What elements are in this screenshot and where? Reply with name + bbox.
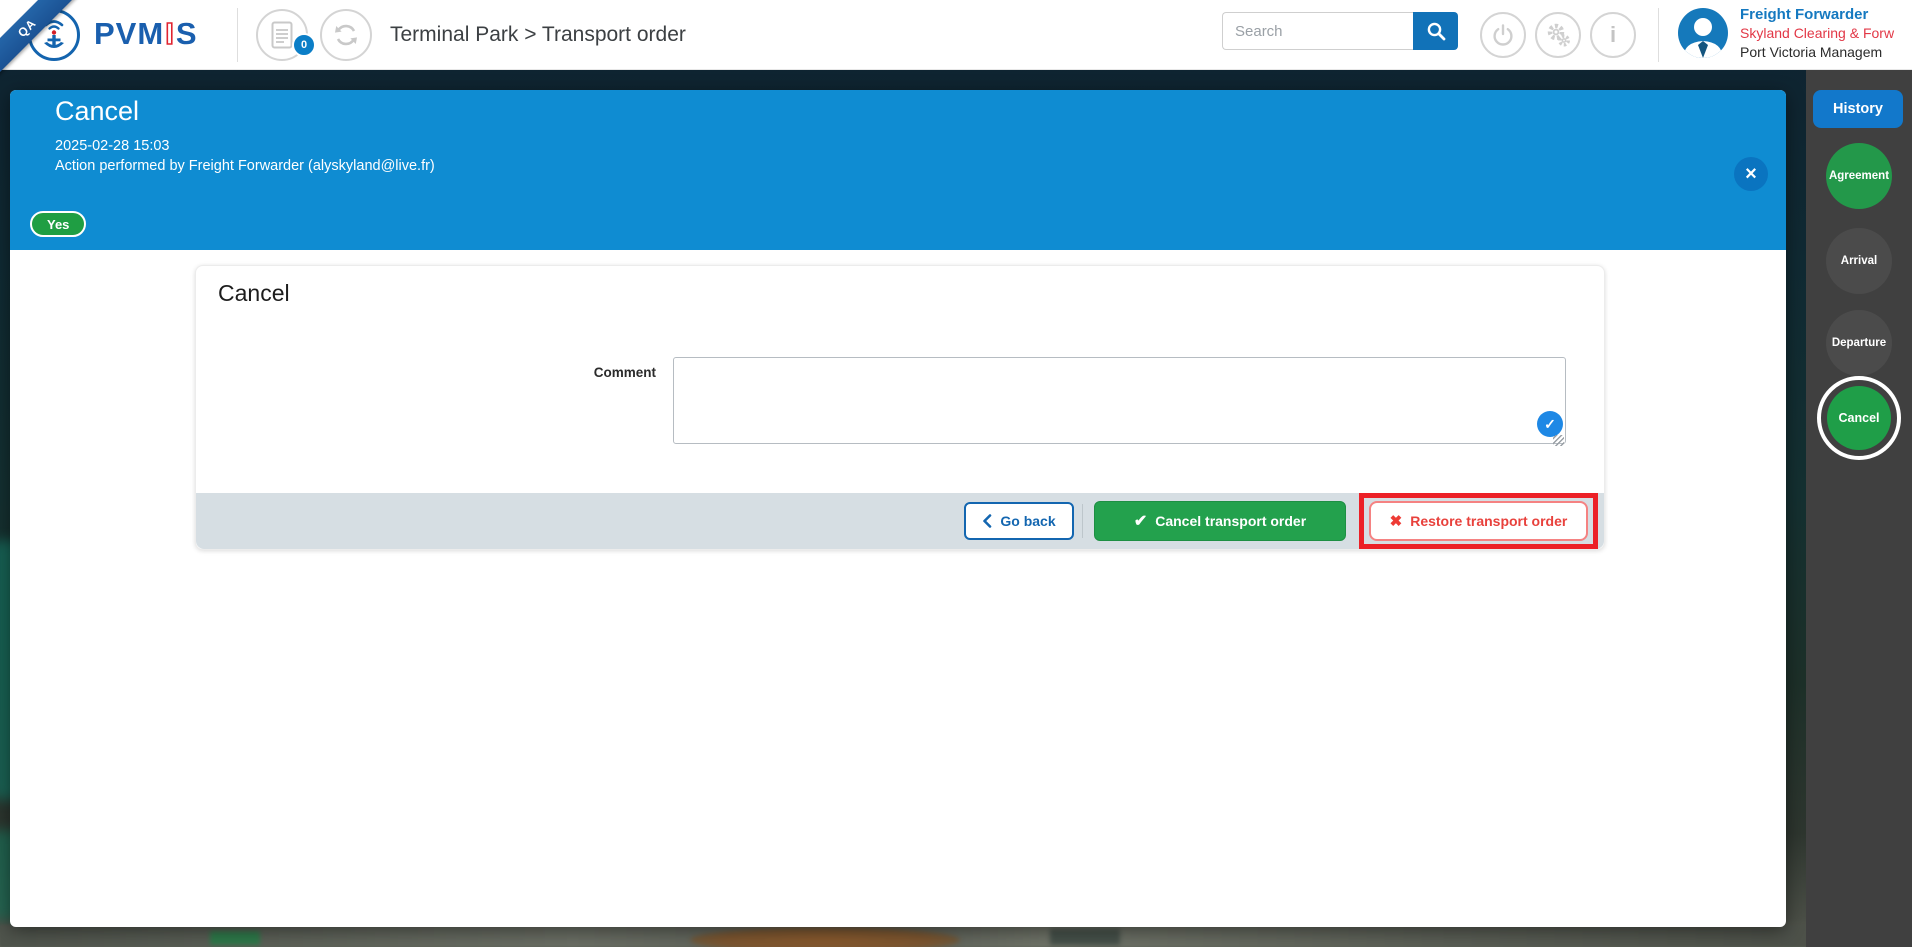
logout-button[interactable] xyxy=(1480,12,1526,58)
refresh-button[interactable] xyxy=(320,9,372,61)
info-icon: i xyxy=(1610,22,1616,48)
step-departure[interactable]: Departure xyxy=(1826,310,1892,376)
qa-ribbon: QA xyxy=(0,0,81,82)
user-info[interactable]: Freight Forwarder Skyland Clearing & For… xyxy=(1740,5,1912,62)
chevron-left-icon xyxy=(982,514,992,528)
x-icon: ✖ xyxy=(1390,512,1403,530)
user-company: Skyland Clearing & Forw xyxy=(1740,24,1912,43)
user-organization: Port Victoria Managem xyxy=(1740,43,1912,62)
resize-handle-icon[interactable] xyxy=(1553,435,1564,446)
banner-action-text: Action performed by Freight Forwarder (a… xyxy=(55,158,435,174)
restore-transport-order-button[interactable]: ✖ Restore transport order xyxy=(1369,501,1588,541)
refresh-icon xyxy=(333,22,359,48)
yes-badge[interactable]: Yes xyxy=(30,211,86,237)
footer-divider xyxy=(1082,504,1083,538)
comment-label: Comment xyxy=(496,365,656,380)
banner-timestamp: 2025-02-28 15:03 xyxy=(55,138,170,154)
documents-count-badge: 0 xyxy=(292,33,316,57)
header-divider xyxy=(237,8,238,62)
restore-order-label: Restore transport order xyxy=(1410,513,1567,529)
top-header: PVMIS 0 Terminal Park > Transport order xyxy=(0,0,1912,70)
step-cancel[interactable]: Cancel xyxy=(1817,376,1901,460)
cancel-card: Cancel Comment ✓ Go back ✔ Cancel transp… xyxy=(195,265,1605,550)
document-icon xyxy=(271,21,293,49)
go-back-button[interactable]: Go back xyxy=(964,502,1074,540)
cancel-transport-order-button[interactable]: ✔ Cancel transport order xyxy=(1094,501,1346,541)
history-button[interactable]: History xyxy=(1813,90,1903,128)
valid-check-badge: ✓ xyxy=(1537,411,1563,437)
search-icon xyxy=(1426,21,1446,41)
search-group xyxy=(1222,12,1458,50)
user-avatar[interactable] xyxy=(1678,8,1728,58)
gears-icon xyxy=(1545,22,1571,48)
close-button[interactable]: × xyxy=(1734,157,1768,191)
cancel-order-label: Cancel transport order xyxy=(1155,513,1306,529)
check-icon: ✓ xyxy=(1544,416,1556,433)
search-button[interactable] xyxy=(1413,12,1458,50)
close-icon: × xyxy=(1745,163,1757,186)
power-icon xyxy=(1491,23,1515,47)
person-icon xyxy=(1678,12,1728,58)
card-footer: Go back ✔ Cancel transport order ✖ Resto… xyxy=(196,493,1604,549)
info-button[interactable]: i xyxy=(1590,12,1636,58)
breadcrumb: Terminal Park > Transport order xyxy=(390,0,686,70)
cancel-banner: Cancel 2025-02-28 15:03 Action performed… xyxy=(10,90,1786,250)
history-sidebar: History Agreement Arrival Departure Canc… xyxy=(1806,70,1912,947)
settings-button[interactable] xyxy=(1535,12,1581,58)
step-arrival[interactable]: Arrival xyxy=(1826,228,1892,294)
annotation-highlight-box: ✖ Restore transport order xyxy=(1359,493,1598,549)
step-agreement[interactable]: Agreement xyxy=(1826,143,1892,209)
card-title: Cancel xyxy=(218,280,290,307)
search-input[interactable] xyxy=(1222,12,1413,50)
header-divider xyxy=(1658,8,1659,62)
app-name: PVMIS xyxy=(94,16,198,52)
comment-textarea[interactable] xyxy=(673,357,1566,444)
step-cancel-label: Cancel xyxy=(1827,386,1891,450)
check-icon: ✔ xyxy=(1134,511,1147,531)
user-role: Freight Forwarder xyxy=(1740,5,1912,24)
transport-order-modal: Cancel 2025-02-28 15:03 Action performed… xyxy=(10,90,1786,927)
go-back-label: Go back xyxy=(1000,513,1055,529)
banner-title: Cancel xyxy=(55,92,139,130)
environment-ribbon-wrap: QA xyxy=(0,0,92,92)
